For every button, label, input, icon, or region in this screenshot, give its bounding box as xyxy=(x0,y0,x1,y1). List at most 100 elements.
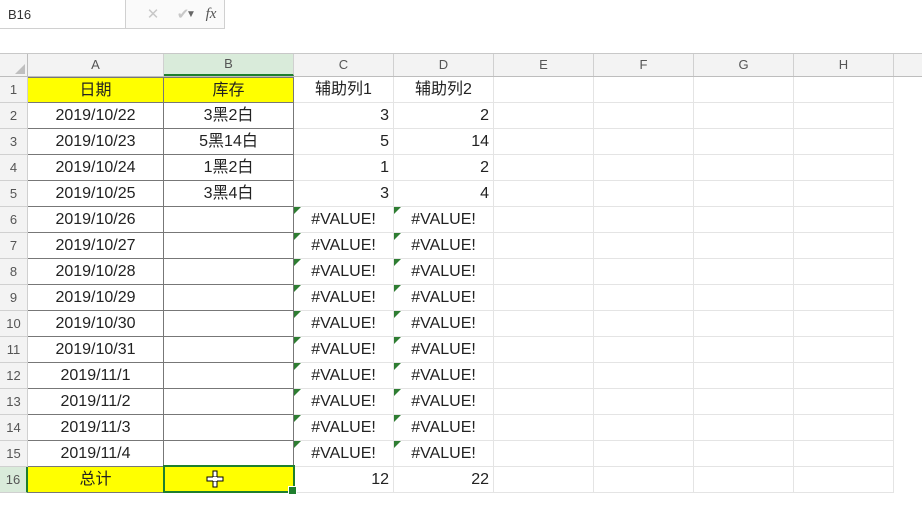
cell-B12[interactable] xyxy=(164,363,294,389)
cell-H10[interactable] xyxy=(794,311,894,337)
cell-F14[interactable] xyxy=(594,415,694,441)
cell-F1[interactable] xyxy=(594,77,694,103)
cell-F7[interactable] xyxy=(594,233,694,259)
row-header[interactable]: 16 xyxy=(0,467,28,493)
formula-accept-button[interactable]: ✔ xyxy=(168,0,198,28)
cell-B8[interactable] xyxy=(164,259,294,285)
cell-G7[interactable] xyxy=(694,233,794,259)
formula-cancel-button[interactable]: ✕ xyxy=(138,0,168,28)
cell-E6[interactable] xyxy=(494,207,594,233)
cell-D16[interactable]: 22 xyxy=(394,467,494,493)
cell-A2[interactable]: 2019/10/22 xyxy=(28,103,164,129)
cell-F4[interactable] xyxy=(594,155,694,181)
cell-C10[interactable]: #VALUE! xyxy=(294,311,394,337)
cell-D1[interactable]: 辅助列2 xyxy=(394,77,494,103)
cell-E5[interactable] xyxy=(494,181,594,207)
cell-D9[interactable]: #VALUE! xyxy=(394,285,494,311)
col-header-A[interactable]: A xyxy=(28,54,164,76)
cell-H14[interactable] xyxy=(794,415,894,441)
cell-E3[interactable] xyxy=(494,129,594,155)
cell-D14[interactable]: #VALUE! xyxy=(394,415,494,441)
cell-F15[interactable] xyxy=(594,441,694,467)
cell-G14[interactable] xyxy=(694,415,794,441)
cell-A12[interactable]: 2019/11/1 xyxy=(28,363,164,389)
cell-C4[interactable]: 1 xyxy=(294,155,394,181)
cell-F13[interactable] xyxy=(594,389,694,415)
cell-F3[interactable] xyxy=(594,129,694,155)
col-header-E[interactable]: E xyxy=(494,54,594,76)
cell-B9[interactable] xyxy=(164,285,294,311)
row-header[interactable]: 3 xyxy=(0,129,28,155)
cell-A10[interactable]: 2019/10/30 xyxy=(28,311,164,337)
cell-E9[interactable] xyxy=(494,285,594,311)
cell-G6[interactable] xyxy=(694,207,794,233)
cell-F11[interactable] xyxy=(594,337,694,363)
cell-G10[interactable] xyxy=(694,311,794,337)
cell-A11[interactable]: 2019/10/31 xyxy=(28,337,164,363)
cell-E11[interactable] xyxy=(494,337,594,363)
row-header[interactable]: 8 xyxy=(0,259,28,285)
cell-D2[interactable]: 2 xyxy=(394,103,494,129)
cell-F2[interactable] xyxy=(594,103,694,129)
cell-B10[interactable] xyxy=(164,311,294,337)
cell-A15[interactable]: 2019/11/4 xyxy=(28,441,164,467)
cell-B2[interactable]: 3黑2白 xyxy=(164,103,294,129)
row-header[interactable]: 1 xyxy=(0,77,28,103)
cell-H13[interactable] xyxy=(794,389,894,415)
cell-B3[interactable]: 5黑14白 xyxy=(164,129,294,155)
cell-G9[interactable] xyxy=(694,285,794,311)
cell-G4[interactable] xyxy=(694,155,794,181)
name-box[interactable]: ▼ xyxy=(0,0,126,28)
cell-H9[interactable] xyxy=(794,285,894,311)
cell-F16[interactable] xyxy=(594,467,694,493)
cell-G15[interactable] xyxy=(694,441,794,467)
col-header-G[interactable]: G xyxy=(694,54,794,76)
cell-D12[interactable]: #VALUE! xyxy=(394,363,494,389)
cell-C2[interactable]: 3 xyxy=(294,103,394,129)
fx-button[interactable]: fx xyxy=(198,6,224,23)
cell-A4[interactable]: 2019/10/24 xyxy=(28,155,164,181)
cell-F5[interactable] xyxy=(594,181,694,207)
cell-G1[interactable] xyxy=(694,77,794,103)
cell-H8[interactable] xyxy=(794,259,894,285)
col-header-B[interactable]: B xyxy=(164,54,294,76)
row-header[interactable]: 11 xyxy=(0,337,28,363)
cell-G3[interactable] xyxy=(694,129,794,155)
row-header[interactable]: 6 xyxy=(0,207,28,233)
cell-F8[interactable] xyxy=(594,259,694,285)
row-header[interactable]: 14 xyxy=(0,415,28,441)
cell-E7[interactable] xyxy=(494,233,594,259)
row-header[interactable]: 9 xyxy=(0,285,28,311)
cell-A3[interactable]: 2019/10/23 xyxy=(28,129,164,155)
col-header-H[interactable]: H xyxy=(794,54,894,76)
cell-A13[interactable]: 2019/11/2 xyxy=(28,389,164,415)
cell-B4[interactable]: 1黑2白 xyxy=(164,155,294,181)
row-header[interactable]: 4 xyxy=(0,155,28,181)
cell-B11[interactable] xyxy=(164,337,294,363)
cell-C9[interactable]: #VALUE! xyxy=(294,285,394,311)
cell-C1[interactable]: 辅助列1 xyxy=(294,77,394,103)
row-header[interactable]: 5 xyxy=(0,181,28,207)
cell-C3[interactable]: 5 xyxy=(294,129,394,155)
cell-C5[interactable]: 3 xyxy=(294,181,394,207)
cell-H3[interactable] xyxy=(794,129,894,155)
cell-B7[interactable] xyxy=(164,233,294,259)
row-header[interactable]: 10 xyxy=(0,311,28,337)
cell-E13[interactable] xyxy=(494,389,594,415)
row-header[interactable]: 12 xyxy=(0,363,28,389)
cell-H12[interactable] xyxy=(794,363,894,389)
cell-D7[interactable]: #VALUE! xyxy=(394,233,494,259)
cell-H16[interactable] xyxy=(794,467,894,493)
cell-E14[interactable] xyxy=(494,415,594,441)
cell-C12[interactable]: #VALUE! xyxy=(294,363,394,389)
cell-C6[interactable]: #VALUE! xyxy=(294,207,394,233)
cell-G11[interactable] xyxy=(694,337,794,363)
cell-G8[interactable] xyxy=(694,259,794,285)
cell-D3[interactable]: 14 xyxy=(394,129,494,155)
cell-E16[interactable] xyxy=(494,467,594,493)
cell-C7[interactable]: #VALUE! xyxy=(294,233,394,259)
cell-E15[interactable] xyxy=(494,441,594,467)
cell-B5[interactable]: 3黑4白 xyxy=(164,181,294,207)
cell-G5[interactable] xyxy=(694,181,794,207)
cell-D13[interactable]: #VALUE! xyxy=(394,389,494,415)
